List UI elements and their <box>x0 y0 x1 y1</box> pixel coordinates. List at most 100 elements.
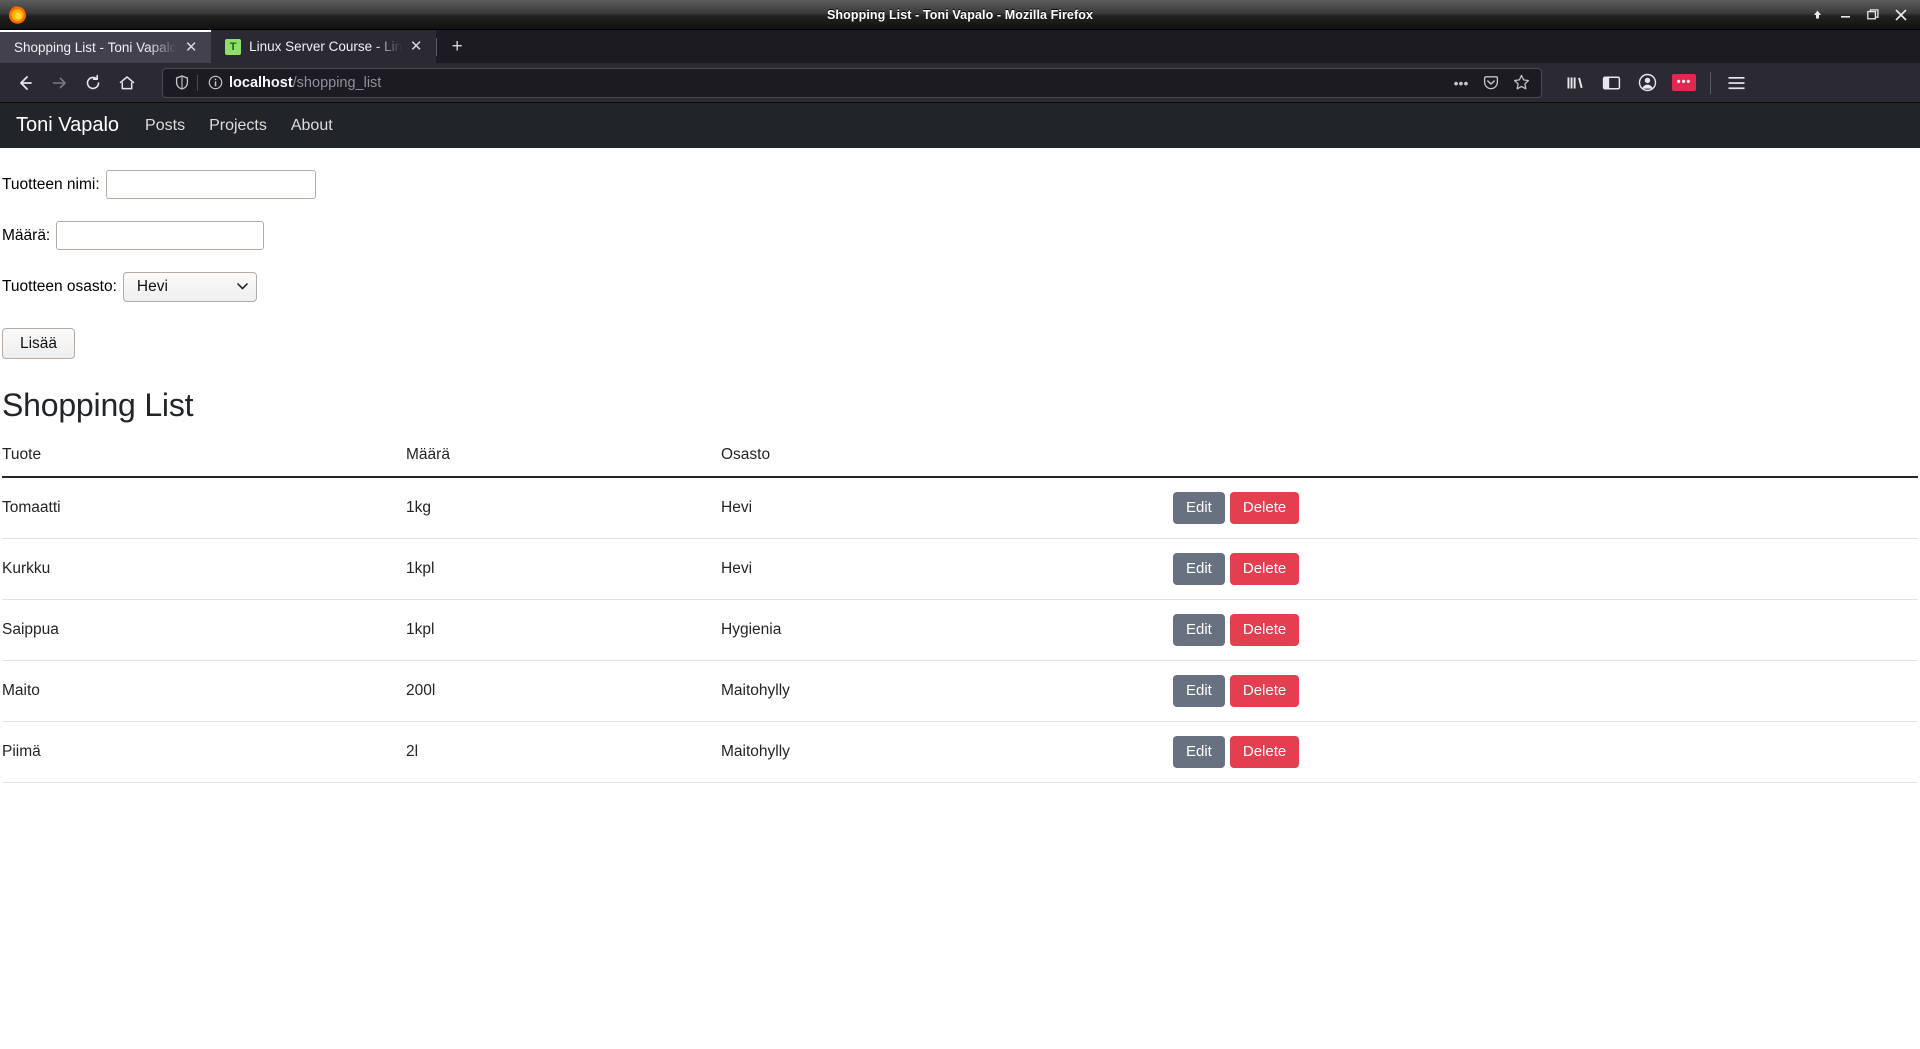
row-action-group: Edit Delete <box>1173 736 1918 768</box>
home-button-icon[interactable] <box>110 67 144 99</box>
row-action-group: Edit Delete <box>1173 675 1918 707</box>
cell-maara: 1kpl <box>406 599 721 661</box>
edit-button[interactable]: Edit <box>1173 492 1225 524</box>
cell-osasto: Hevi <box>721 538 1173 600</box>
product-name-label: Tuotteen nimi: <box>2 175 100 193</box>
column-header-actions <box>1173 446 1918 478</box>
nav-link-posts[interactable]: Posts <box>133 117 197 135</box>
window-controls <box>1804 3 1920 27</box>
window-titlebar: Shopping List - Toni Vapalo - Mozilla Fi… <box>0 0 1920 30</box>
url-bar[interactable]: localhost/shopping_list ••• <box>162 67 1542 98</box>
row-action-group: Edit Delete <box>1173 553 1918 585</box>
star-icon[interactable] <box>1507 70 1535 96</box>
browser-tab-linux-server-course[interactable]: T Linux Server Course - Lin ✕ <box>211 30 437 63</box>
table-row: Piimä 2l Maitohylly Edit Delete <box>2 721 1918 783</box>
edit-button[interactable]: Edit <box>1173 675 1225 707</box>
table-row: Saippua 1kpl Hygienia Edit Delete <box>2 599 1918 661</box>
window-close-button[interactable] <box>1888 3 1914 27</box>
form-row-amount: Määrä: <box>2 221 1918 250</box>
table-body: Tomaatti 1kg Hevi Edit Delete Kurkku 1kp… <box>2 477 1918 783</box>
tab-strip: Shopping List - Toni Vapalo ✕ T Linux Se… <box>0 30 1920 63</box>
library-icon[interactable] <box>1558 67 1592 99</box>
new-tab-button[interactable]: + <box>439 30 475 63</box>
url-text[interactable]: localhost/shopping_list <box>226 75 1447 91</box>
site-navbar: Toni Vapalo Posts Projects About <box>0 103 1920 148</box>
edit-button[interactable]: Edit <box>1173 736 1225 768</box>
window-minimize-button[interactable] <box>1832 3 1858 27</box>
table-head: Tuote Määrä Osasto <box>2 446 1918 478</box>
delete-button[interactable]: Delete <box>1229 614 1300 646</box>
toolbar-right-actions: ••• <box>1558 67 1753 99</box>
cell-actions: Edit Delete <box>1173 721 1918 783</box>
pocket-icon[interactable] <box>1477 70 1505 96</box>
tab-divider <box>436 37 438 56</box>
browser-tab-shopping-list[interactable]: Shopping List - Toni Vapalo ✕ <box>0 30 212 63</box>
site-nav-links: Posts Projects About <box>133 117 345 135</box>
forward-button-icon[interactable] <box>42 67 76 99</box>
tracking-protection-shield-icon[interactable] <box>171 72 193 94</box>
shopping-list-table: Tuote Määrä Osasto Tomaatti 1kg Hevi Edi… <box>2 446 1918 783</box>
nav-link-projects[interactable]: Projects <box>197 117 279 135</box>
url-host: localhost <box>229 74 293 91</box>
cell-maara: 1kpl <box>406 538 721 600</box>
column-header-osasto: Osasto <box>721 446 1173 478</box>
department-label: Tuotteen osasto: <box>2 278 117 295</box>
page-title: Shopping List <box>2 387 194 423</box>
table-header-row: Tuote Määrä Osasto <box>2 446 1918 478</box>
column-header-tuote: Tuote <box>2 446 406 478</box>
cell-maara: 200l <box>406 660 721 722</box>
cell-tuote: Tomaatti <box>2 477 406 539</box>
sidebar-icon[interactable] <box>1594 67 1628 99</box>
browser-toolbar: localhost/shopping_list ••• ••• <box>0 63 1920 103</box>
reload-button-icon[interactable] <box>76 67 110 99</box>
edit-button[interactable]: Edit <box>1173 614 1225 646</box>
site-brand[interactable]: Toni Vapalo <box>2 114 133 137</box>
cell-maara: 2l <box>406 721 721 783</box>
amount-label: Määrä: <box>2 226 51 244</box>
window-maximize-button[interactable] <box>1860 3 1886 27</box>
cell-actions: Edit Delete <box>1173 660 1918 722</box>
url-path: /shopping_list <box>292 74 382 91</box>
extension-badge-icon[interactable]: ••• <box>1672 74 1696 91</box>
form-row-name: Tuotteen nimi: <box>2 170 1918 199</box>
delete-button[interactable]: Delete <box>1229 492 1300 524</box>
page-info-icon[interactable] <box>204 72 226 94</box>
tab-close-icon[interactable]: ✕ <box>406 37 426 57</box>
cell-maara: 1kg <box>406 477 721 539</box>
window-shade-button[interactable] <box>1804 3 1830 27</box>
delete-button[interactable]: Delete <box>1229 675 1300 707</box>
back-button-icon[interactable] <box>8 67 42 99</box>
add-item-button[interactable]: Lisää <box>2 328 75 359</box>
cell-osasto: Hygienia <box>721 599 1173 661</box>
department-selected-value: Hevi <box>136 278 168 295</box>
tab-close-icon[interactable]: ✕ <box>181 38 201 58</box>
cell-osasto: Maitohylly <box>721 660 1173 722</box>
department-select[interactable]: Hevi <box>122 272 257 302</box>
product-name-input[interactable] <box>105 170 316 199</box>
cell-actions: Edit Delete <box>1173 477 1918 539</box>
hamburger-menu-icon[interactable] <box>1719 67 1753 99</box>
cell-osasto: Maitohylly <box>721 721 1173 783</box>
cell-actions: Edit Delete <box>1173 538 1918 600</box>
table-row: Tomaatti 1kg Hevi Edit Delete <box>2 477 1918 539</box>
url-divider <box>197 74 198 91</box>
row-action-group: Edit Delete <box>1173 492 1918 524</box>
green-t-icon: T <box>225 38 242 55</box>
table-row: Maito 200l Maitohylly Edit Delete <box>2 660 1918 722</box>
nav-link-about[interactable]: About <box>279 117 345 135</box>
page-content: Toni Vapalo Posts Projects About Tuottee… <box>0 103 1920 1048</box>
main-content: Tuotteen nimi: Määrä: Tuotteen osasto: H… <box>0 170 1920 783</box>
chevron-down-icon <box>237 282 248 293</box>
row-action-group: Edit Delete <box>1173 614 1918 646</box>
tab-title: Linux Server Course - Lin <box>249 39 403 54</box>
url-actions: ••• <box>1447 70 1535 96</box>
amount-input[interactable] <box>56 221 265 250</box>
cell-actions: Edit Delete <box>1173 599 1918 661</box>
cell-tuote: Maito <box>2 660 406 722</box>
delete-button[interactable]: Delete <box>1229 553 1300 585</box>
page-actions-icon[interactable]: ••• <box>1447 70 1475 96</box>
firefox-logo-icon <box>2 2 32 28</box>
edit-button[interactable]: Edit <box>1173 553 1225 585</box>
delete-button[interactable]: Delete <box>1229 736 1300 768</box>
account-icon[interactable] <box>1630 67 1664 99</box>
